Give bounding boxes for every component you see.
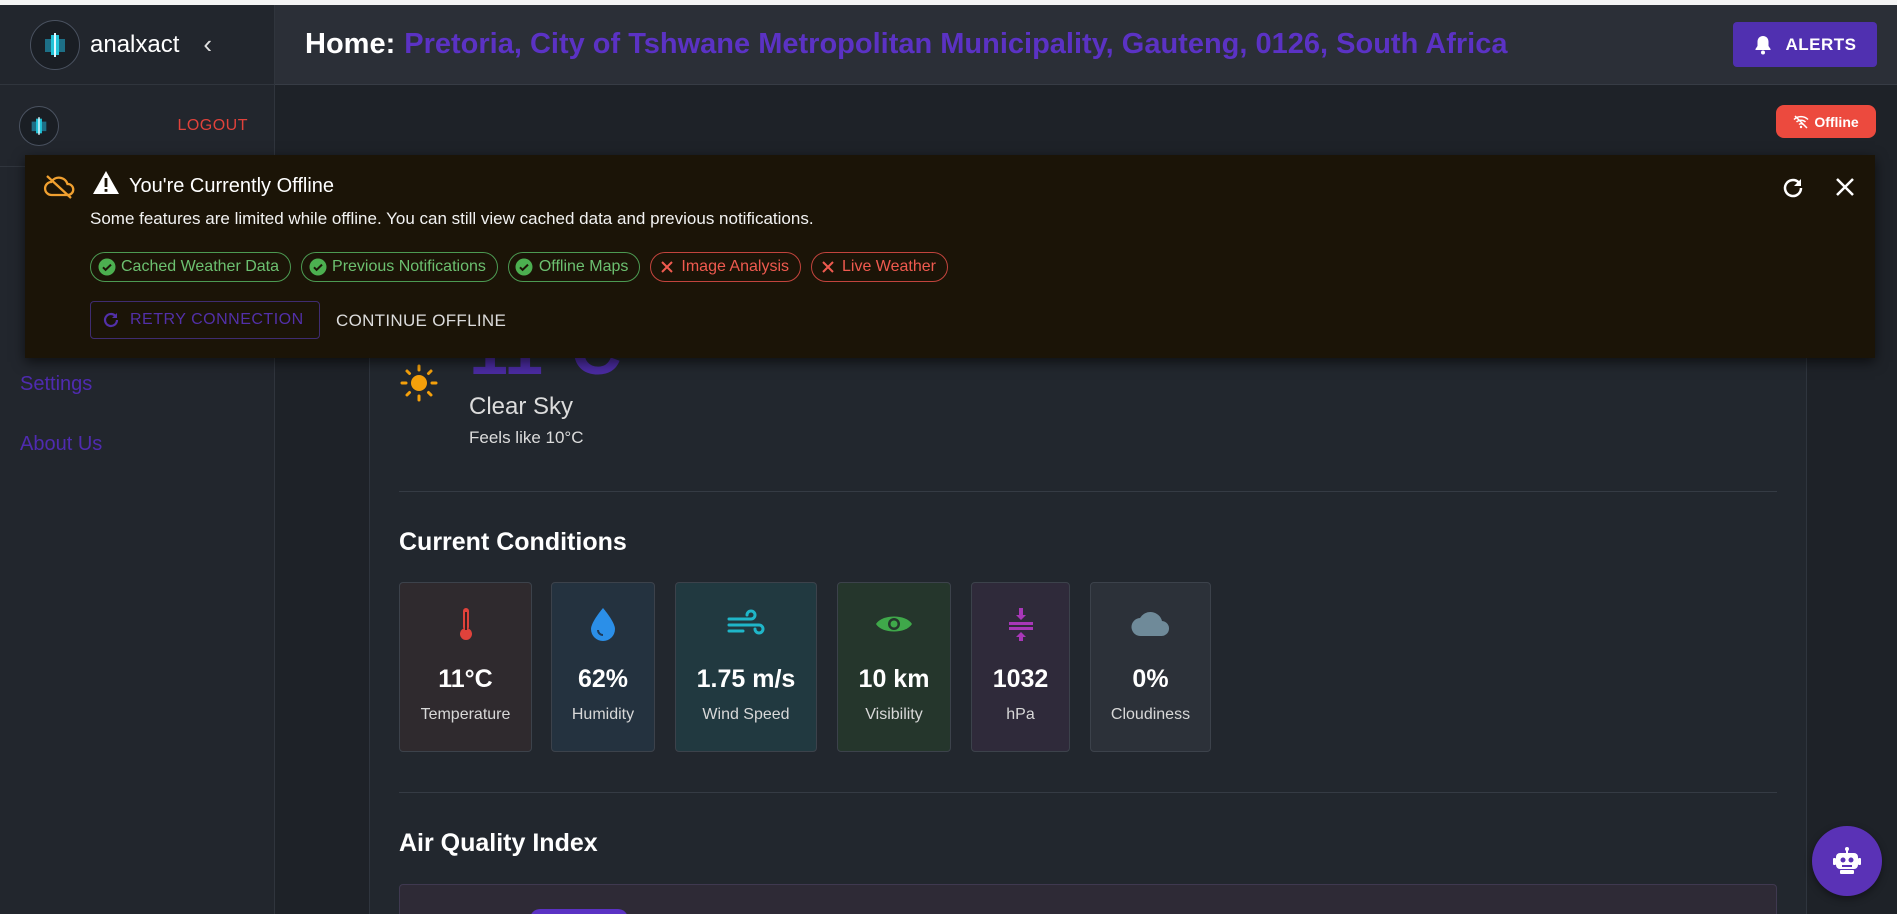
humidity-value: 62% (577, 665, 629, 693)
divider (399, 491, 1777, 492)
sidebar-item-about-us[interactable]: About Us (20, 433, 102, 456)
check-circle-icon (308, 258, 327, 277)
top-header: Home: Pretoria, City of Tshwane Metropol… (275, 5, 1897, 85)
collapse-sidebar-icon[interactable]: ‹ (203, 29, 212, 60)
refresh-icon (103, 312, 119, 328)
sidebar: analxact ‹ LOGOUT Settings About Us (0, 5, 275, 914)
humidity-label: Humidity (571, 706, 635, 723)
feature-chips: Cached Weather Data Previous Notificatio… (90, 252, 948, 282)
close-icon (818, 258, 837, 277)
air-quality-badge (530, 909, 628, 914)
pressure-icon (1006, 605, 1036, 643)
feature-chip: Live Weather (811, 252, 948, 282)
check-circle-icon (97, 258, 116, 277)
feature-chip: Previous Notifications (301, 252, 498, 282)
pressure-tile: 1032 hPa (971, 582, 1070, 752)
sidebar-item-settings[interactable]: Settings (20, 373, 92, 396)
feature-chip: Cached Weather Data (90, 252, 292, 282)
cloud-icon (1130, 605, 1172, 643)
temperature-tile: 11°C Temperature (399, 582, 532, 752)
wind-speed-value: 1.75 m/s (696, 665, 796, 693)
eye-icon (874, 605, 914, 643)
feature-chip-label: Live Weather (842, 258, 936, 275)
robot-icon (1833, 847, 1861, 874)
offline-badge-label: Offline (1814, 113, 1859, 130)
cloudiness-value: 0% (1132, 665, 1169, 693)
feature-chip-label: Image Analysis (681, 258, 789, 275)
alerts-label: ALERTS (1785, 34, 1857, 54)
wind-speed-label: Wind Speed (702, 706, 790, 723)
air-quality-title: Air Quality Index (399, 829, 598, 857)
check-circle-icon (515, 258, 534, 277)
water-drop-icon (588, 605, 618, 643)
warning-icon (92, 170, 120, 200)
wind-speed-tile: 1.75 m/s Wind Speed (675, 582, 817, 752)
avatar[interactable] (19, 105, 59, 146)
feels-like: Feels like 10°C (469, 428, 584, 447)
weather-condition: Clear Sky (469, 393, 574, 420)
visibility-value: 10 km (858, 665, 930, 693)
wifi-off-icon (1793, 114, 1809, 129)
temperature-label: Temperature (420, 706, 511, 723)
thermometer-icon (457, 605, 475, 643)
wind-icon (727, 605, 765, 643)
humidity-tile: 62% Humidity (551, 582, 655, 752)
bell-icon (1755, 35, 1770, 54)
logout-link[interactable]: LOGOUT (177, 117, 248, 135)
feature-chip-label: Cached Weather Data (121, 258, 280, 275)
temperature-value: 11°C (438, 665, 493, 693)
app-logo-icon (30, 19, 80, 70)
home-location[interactable]: Pretoria, City of Tshwane Metropolitan M… (404, 28, 1507, 61)
feature-chip-label: Previous Notifications (332, 258, 486, 275)
feature-chip: Offline Maps (507, 252, 641, 282)
current-conditions-title: Current Conditions (399, 528, 627, 556)
retry-connection-label: RETRY CONNECTION (130, 311, 304, 328)
app-name: analxact (90, 30, 180, 58)
cloudiness-tile: 0% Cloudiness (1090, 582, 1211, 752)
feature-chip-label: Offline Maps (538, 258, 629, 275)
pressure-value: 1032 (992, 665, 1049, 693)
offline-banner: You're Currently Offline Some features a… (25, 155, 1875, 358)
feature-chip: Image Analysis (650, 252, 801, 282)
alerts-button[interactable]: ALERTS (1733, 22, 1877, 67)
visibility-label: Visibility (865, 706, 923, 723)
offline-banner-title: You're Currently Offline (129, 175, 335, 197)
offline-banner-description: Some features are limited while offline.… (90, 209, 814, 228)
close-icon (657, 258, 676, 277)
divider (399, 792, 1777, 793)
chatbot-button[interactable] (1812, 826, 1882, 896)
sun-icon (399, 363, 439, 408)
brand: analxact ‹ (0, 5, 274, 85)
close-icon[interactable] (1834, 176, 1856, 203)
refresh-icon[interactable] (1781, 176, 1805, 205)
retry-connection-button[interactable]: RETRY CONNECTION (90, 301, 320, 339)
cloudiness-label: Cloudiness (1110, 706, 1191, 723)
offline-status-badge: Offline (1776, 105, 1876, 138)
visibility-tile: 10 km Visibility (837, 582, 951, 752)
cloud-off-icon (43, 171, 75, 206)
pressure-label: hPa (1006, 706, 1035, 723)
home-label: Home: (305, 28, 396, 60)
continue-offline-button[interactable]: CONTINUE OFFLINE (336, 311, 506, 331)
